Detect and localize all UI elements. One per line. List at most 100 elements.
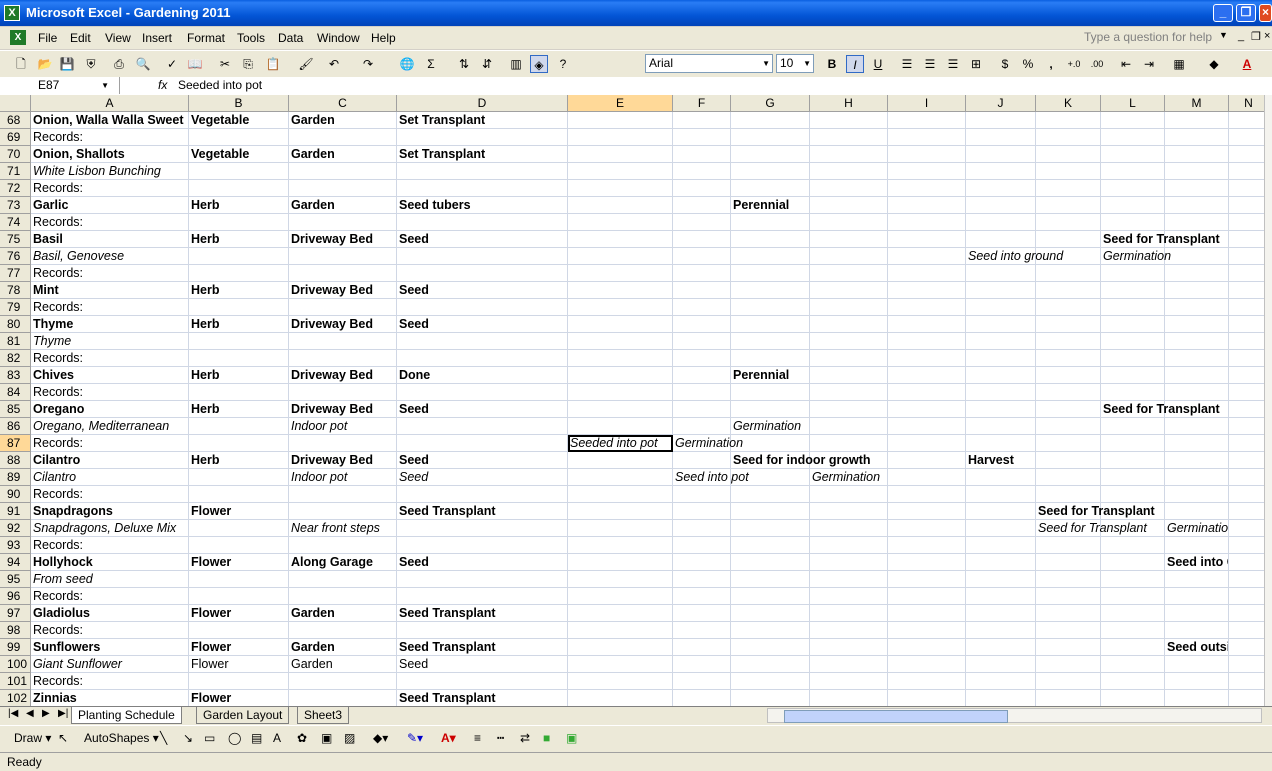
borders-icon[interactable]: ▦: [1170, 55, 1188, 73]
cell[interactable]: [966, 435, 1036, 452]
column-header-e[interactable]: E: [568, 95, 673, 112]
cell[interactable]: [810, 622, 888, 639]
cell-d80[interactable]: Seed: [397, 316, 568, 333]
last-sheet-icon[interactable]: ▶|: [58, 708, 68, 719]
cell[interactable]: [397, 180, 568, 197]
cell[interactable]: [1229, 367, 1264, 384]
cell[interactable]: [673, 299, 731, 316]
chevron-down-icon[interactable]: ▼: [1219, 30, 1228, 40]
cell[interactable]: [1101, 214, 1165, 231]
cell[interactable]: [1229, 520, 1264, 537]
cell[interactable]: [810, 129, 888, 146]
cell[interactable]: [673, 588, 731, 605]
cell[interactable]: [397, 214, 568, 231]
cell[interactable]: [289, 248, 397, 265]
cell-a91[interactable]: Snapdragons: [31, 503, 189, 520]
cell[interactable]: [888, 690, 966, 706]
cell[interactable]: [1165, 503, 1229, 520]
cell[interactable]: [289, 333, 397, 350]
cell[interactable]: [1229, 248, 1264, 265]
cell[interactable]: [673, 605, 731, 622]
cell[interactable]: [888, 452, 966, 469]
row-header[interactable]: 78: [0, 282, 31, 299]
cell-d100[interactable]: Seed: [397, 656, 568, 673]
cell[interactable]: [1036, 214, 1101, 231]
cell-f87[interactable]: Germination: [673, 435, 743, 452]
cell[interactable]: [1229, 384, 1264, 401]
cell[interactable]: [1165, 316, 1229, 333]
cell[interactable]: [888, 299, 966, 316]
cell-b75[interactable]: Herb: [189, 231, 289, 248]
column-header-k[interactable]: K: [1036, 95, 1101, 112]
shadow-icon[interactable]: ■: [543, 731, 550, 745]
prev-sheet-icon[interactable]: ◀: [26, 708, 34, 719]
cell-a89[interactable]: Cilantro: [31, 469, 189, 486]
cell[interactable]: [1036, 265, 1101, 282]
row-header[interactable]: 81: [0, 333, 31, 350]
name-box[interactable]: E87 ▼: [0, 77, 120, 94]
drawing-icon[interactable]: ◈: [530, 55, 548, 73]
font-color-icon[interactable]: A: [1238, 55, 1256, 73]
font-color-icon[interactable]: A▾: [441, 731, 456, 745]
cell[interactable]: [1165, 248, 1229, 265]
cell[interactable]: [1165, 486, 1229, 503]
cell[interactable]: [1036, 401, 1101, 418]
cell-a77[interactable]: Records:: [31, 265, 189, 282]
cell[interactable]: [1165, 452, 1229, 469]
cell-d89[interactable]: Seed: [397, 469, 568, 486]
cell[interactable]: [810, 367, 888, 384]
cell[interactable]: [568, 537, 673, 554]
cell[interactable]: [673, 367, 731, 384]
cell[interactable]: [673, 690, 731, 706]
cell[interactable]: [568, 690, 673, 706]
cell-g86[interactable]: Germination: [731, 418, 810, 435]
cell[interactable]: [673, 571, 731, 588]
cell[interactable]: [189, 520, 289, 537]
arrow-icon[interactable]: ↘: [183, 731, 193, 745]
row-header[interactable]: 94: [0, 554, 31, 571]
cell[interactable]: [1101, 639, 1165, 656]
cell-k91[interactable]: Seed for Transplant: [1036, 503, 1155, 520]
cell[interactable]: [810, 588, 888, 605]
cell[interactable]: [888, 401, 966, 418]
cell[interactable]: [966, 690, 1036, 706]
cell-d85[interactable]: Seed: [397, 401, 568, 418]
menu-help[interactable]: Help: [371, 31, 396, 45]
cell[interactable]: [888, 537, 966, 554]
cell[interactable]: [1229, 197, 1264, 214]
cell[interactable]: [888, 503, 966, 520]
cell[interactable]: [1036, 554, 1101, 571]
cell[interactable]: [1101, 656, 1165, 673]
cell[interactable]: [1036, 673, 1101, 690]
cell[interactable]: [888, 163, 966, 180]
row-header[interactable]: 88: [0, 452, 31, 469]
tab-garden-layout[interactable]: Garden Layout: [196, 707, 290, 724]
permission-icon[interactable]: ⛨: [82, 55, 100, 73]
cell-a78[interactable]: Mint: [31, 282, 189, 299]
cell[interactable]: [1229, 537, 1264, 554]
cell-e87[interactable]: Seeded into pot: [568, 435, 673, 452]
cell-a102[interactable]: Zinnias: [31, 690, 189, 706]
cell[interactable]: [810, 554, 888, 571]
cell[interactable]: [673, 503, 731, 520]
cell[interactable]: [1165, 690, 1229, 706]
cell[interactable]: [810, 180, 888, 197]
cell[interactable]: [1036, 333, 1101, 350]
cell-d99[interactable]: Seed Transplant: [397, 639, 568, 656]
cell[interactable]: [568, 129, 673, 146]
cell[interactable]: [1229, 316, 1264, 333]
row-header[interactable]: 99: [0, 639, 31, 656]
cell[interactable]: [1101, 554, 1165, 571]
cell[interactable]: [1229, 146, 1264, 163]
cell[interactable]: [731, 112, 810, 129]
cell[interactable]: [568, 180, 673, 197]
cell[interactable]: [731, 146, 810, 163]
cell[interactable]: [888, 384, 966, 401]
cell-a92[interactable]: Snapdragons, Deluxe Mix: [31, 520, 189, 537]
cell[interactable]: [966, 384, 1036, 401]
horizontal-scrollbar[interactable]: [767, 708, 1262, 723]
doc-minimize-button[interactable]: _: [1238, 30, 1244, 42]
cell-c94[interactable]: Along Garage: [289, 554, 397, 571]
open-icon[interactable]: 📂: [36, 55, 54, 73]
cell[interactable]: [966, 163, 1036, 180]
